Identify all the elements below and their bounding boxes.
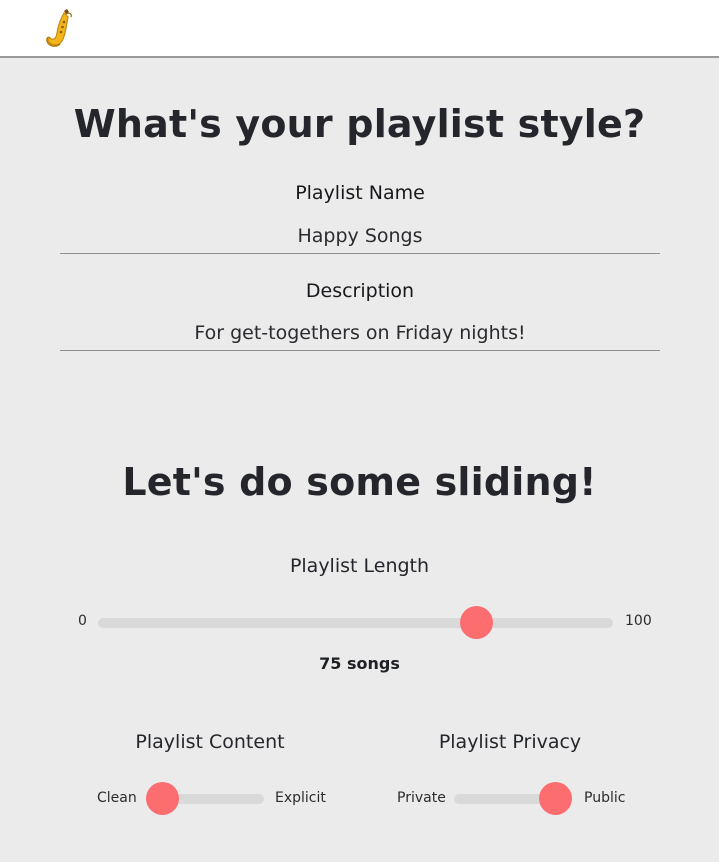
playlist-length-value: 75 songs — [319, 654, 400, 673]
description-input[interactable] — [60, 316, 660, 351]
playlist-length-slider-thumb[interactable] — [459, 606, 493, 639]
saxophone-icon[interactable] — [44, 8, 76, 48]
playlist-privacy-slider-thumb[interactable] — [539, 782, 572, 815]
content-clean-label: Clean — [97, 790, 137, 806]
slider-section-title: Let's do some sliding! — [122, 460, 597, 504]
playlist-name-input[interactable] — [60, 218, 660, 254]
privacy-public-label: Public — [584, 790, 626, 806]
content-explicit-label: Explicit — [275, 790, 326, 806]
description-label: Description — [305, 280, 415, 302]
playlist-content-label: Playlist Content — [135, 731, 285, 753]
style-section-title: What's your playlist style? — [73, 102, 646, 146]
length-max-label: 100 — [625, 613, 652, 629]
playlist-name-label: Playlist Name — [295, 182, 425, 204]
top-bar — [0, 0, 719, 58]
length-min-label: 0 — [78, 613, 87, 629]
playlist-privacy-label: Playlist Privacy — [438, 731, 582, 753]
playlist-length-label: Playlist Length — [289, 555, 430, 577]
playlist-content-slider-thumb[interactable] — [146, 782, 179, 815]
playlist-length-slider-track[interactable] — [98, 618, 613, 628]
privacy-private-label: Private — [397, 790, 446, 806]
